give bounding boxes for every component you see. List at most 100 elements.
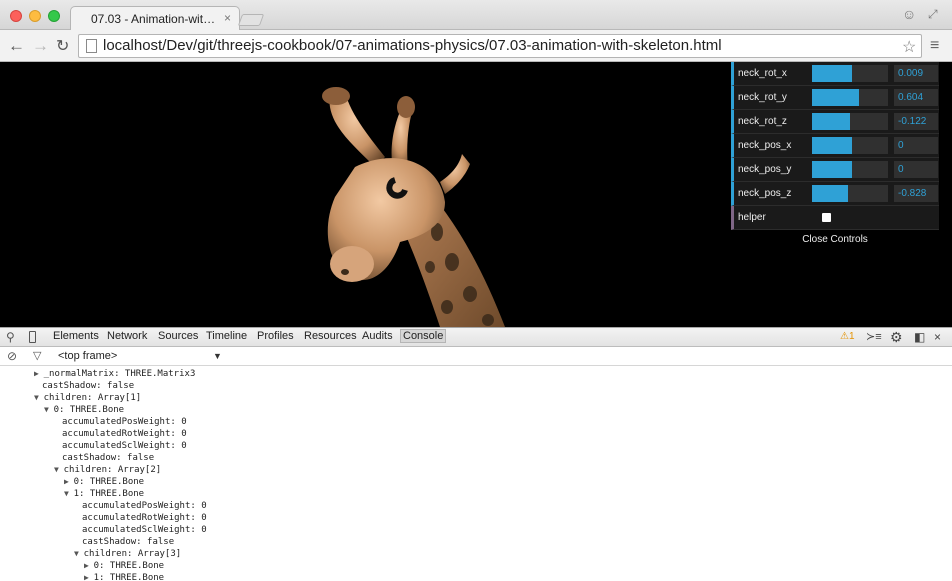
console-tree-line[interactable]: ▶ 0: THREE.Bone [84, 560, 164, 572]
neck-pos-x-slider[interactable] [812, 137, 888, 154]
neck-rot-x-input[interactable]: 0.009 [894, 65, 938, 82]
collapsed-triangle-icon[interactable]: ▶ [34, 369, 44, 378]
collapsed-triangle-icon[interactable]: ▶ [84, 573, 94, 581]
warning-count[interactable]: ⚠1 [840, 331, 855, 342]
dock-side-icon[interactable]: ◧ [914, 330, 925, 344]
console-line-text: 1: THREE.Bone [73, 489, 145, 499]
neck-rot-z-slider[interactable] [812, 113, 888, 130]
forward-arrow-icon[interactable]: → [32, 36, 49, 56]
console-output[interactable]: ▶ _normalMatrix: THREE.Matrix3 castShadow… [0, 368, 952, 581]
window-titlebar: 07.03 - Animation-with-skeleton × ☺ ⤢ [0, 0, 952, 30]
tab-timeline[interactable]: Timeline [206, 330, 247, 342]
console-line-text: _normalMatrix: THREE.Matrix3 [43, 369, 196, 379]
gui-label: helper [738, 212, 766, 223]
console-tree-line[interactable]: ▶ _normalMatrix: THREE.Matrix3 [34, 368, 195, 380]
tab-sources[interactable]: Sources [158, 330, 198, 342]
neck-rot-z-input[interactable]: -0.122 [894, 113, 938, 130]
tab-close-icon[interactable]: × [224, 11, 231, 25]
console-line-text: accumulatedSclWeight: 0 [82, 525, 207, 535]
expanded-triangle-icon[interactable]: ▼ [54, 465, 64, 474]
dat-gui-panel: neck_rot_x 0.009 neck_rot_y 0.604 neck_r… [731, 62, 939, 250]
neck-pos-z-input[interactable]: -0.828 [894, 185, 938, 202]
console-tree-line[interactable]: ▼ 1: THREE.Bone [64, 488, 144, 500]
expanded-triangle-icon[interactable]: ▼ [44, 405, 54, 414]
url-text[interactable]: localhost/Dev/git/threejs-cookbook/07-an… [103, 37, 722, 54]
window-maximize-button[interactable] [48, 10, 60, 22]
console-tree-line: accumulatedPosWeight: 0 [62, 416, 187, 428]
new-tab-button[interactable] [237, 14, 265, 26]
tab-network[interactable]: Network [107, 330, 147, 342]
neck-pos-x-input[interactable]: 0 [894, 137, 938, 154]
window-minimize-button[interactable] [29, 10, 41, 22]
expanded-triangle-icon[interactable]: ▼ [74, 549, 84, 558]
address-bar[interactable]: localhost/Dev/git/threejs-cookbook/07-an… [78, 34, 922, 58]
collapsed-triangle-icon[interactable]: ▶ [64, 477, 74, 486]
devtools-tabbar: ⚲ Elements Network Sources Timeline Prof… [0, 328, 952, 347]
fullscreen-icon[interactable]: ⤢ [928, 7, 938, 22]
gui-label: neck_pos_y [738, 164, 792, 175]
back-arrow-icon[interactable]: ← [8, 36, 25, 56]
slider-fill [812, 89, 860, 106]
expanded-triangle-icon[interactable]: ▼ [34, 393, 44, 402]
slider-fill [812, 65, 852, 82]
webgl-canvas[interactable]: neck_rot_x 0.009 neck_rot_y 0.604 neck_r… [0, 62, 952, 327]
neck-rot-y-slider[interactable] [812, 89, 888, 106]
console-line-text: children: Array[1] [43, 393, 142, 403]
collapsed-triangle-icon[interactable]: ▶ [84, 561, 94, 570]
neck-rot-y-input[interactable]: 0.604 [894, 89, 938, 106]
console-tree-line[interactable]: ▼ 0: THREE.Bone [44, 404, 124, 416]
console-tree-line[interactable]: ▼ children: Array[2] [54, 464, 161, 476]
gui-label: neck_rot_z [738, 116, 787, 127]
gui-row-neck-rot-x: neck_rot_x 0.009 [731, 62, 939, 86]
console-drawer-icon[interactable]: ≻≡ [866, 330, 882, 343]
browser-tab[interactable]: 07.03 - Animation-with-skeleton × [70, 6, 240, 30]
console-tree-line: castShadow: false [42, 380, 134, 392]
console-tree-line: castShadow: false [82, 536, 174, 548]
neck-pos-y-input[interactable]: 0 [894, 161, 938, 178]
expanded-triangle-icon[interactable]: ▼ [64, 489, 74, 498]
console-tree-line[interactable]: ▶ 1: THREE.Bone [84, 572, 164, 581]
console-tree-line: accumulatedRotWeight: 0 [82, 512, 207, 524]
clear-console-icon[interactable]: ⊘ [7, 349, 17, 363]
chevron-down-icon[interactable]: ▼ [213, 351, 222, 361]
console-toolbar: ⊘ ▽ <top frame> ▼ [0, 348, 952, 366]
close-icon[interactable]: × [934, 330, 941, 344]
console-line-text: children: Array[3] [83, 549, 182, 559]
gear-icon[interactable]: ⚙ [890, 329, 903, 346]
chrome-menu-icon[interactable]: ≡ [930, 37, 939, 55]
device-mode-icon[interactable] [29, 331, 36, 343]
console-line-text: accumulatedPosWeight: 0 [62, 417, 187, 427]
filter-icon[interactable]: ▽ [33, 349, 41, 362]
helper-checkbox[interactable] [822, 213, 831, 222]
inspect-search-icon[interactable]: ⚲ [6, 330, 15, 344]
profile-icon[interactable]: ☺ [902, 6, 916, 22]
console-tree-line: accumulatedPosWeight: 0 [82, 500, 207, 512]
tab-elements[interactable]: Elements [53, 330, 99, 342]
frame-selector[interactable]: <top frame> [58, 350, 117, 362]
console-tree-line: castShadow: false [62, 452, 154, 464]
close-controls-button[interactable]: Close Controls [731, 230, 939, 250]
console-tree-line[interactable]: ▶ 0: THREE.Bone [64, 476, 144, 488]
neck-pos-z-slider[interactable] [812, 185, 888, 202]
console-tree-line[interactable]: ▼ children: Array[1] [34, 392, 141, 404]
gui-row-helper: helper [731, 206, 939, 230]
console-line-text: 0: THREE.Bone [93, 561, 165, 571]
slider-fill [812, 185, 849, 202]
slider-fill [812, 137, 852, 154]
warning-count-value: 1 [848, 331, 855, 342]
bookmark-star-icon[interactable]: ☆ [902, 37, 916, 57]
tab-resources[interactable]: Resources [304, 330, 357, 342]
tab-audits[interactable]: Audits [362, 330, 393, 342]
console-line-text: castShadow: false [62, 453, 155, 463]
tab-console[interactable]: Console [400, 329, 447, 343]
console-line-text: castShadow: false [82, 537, 175, 547]
neck-rot-x-slider[interactable] [812, 65, 888, 82]
gui-row-neck-pos-y: neck_pos_y 0 [731, 158, 939, 182]
gui-label: neck_rot_y [738, 92, 787, 103]
reload-icon[interactable]: ↻ [56, 36, 69, 56]
window-close-button[interactable] [10, 10, 22, 22]
tab-profiles[interactable]: Profiles [257, 330, 294, 342]
console-tree-line[interactable]: ▼ children: Array[3] [74, 548, 181, 560]
page-icon [86, 39, 97, 53]
neck-pos-y-slider[interactable] [812, 161, 888, 178]
